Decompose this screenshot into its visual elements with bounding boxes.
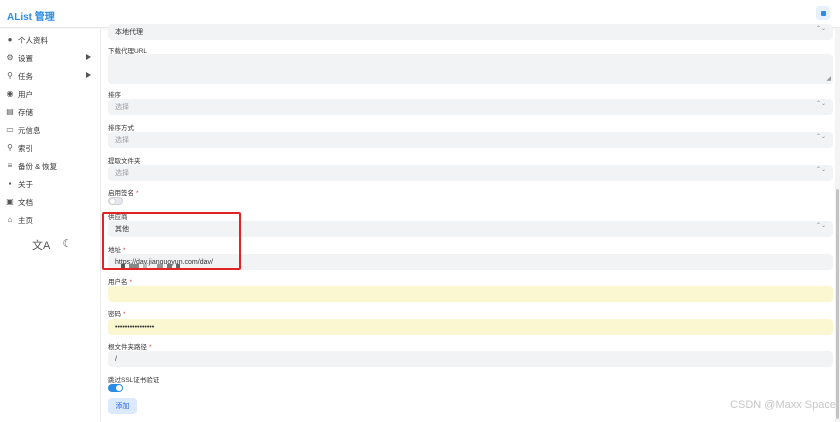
extract-folder-label: 提取文件夹 [108,158,141,165]
scrollbar-thumb[interactable] [836,189,839,419]
password-label-text: 密码 [108,311,121,318]
chevron-right-icon [86,54,91,60]
sidebar-item-tasks[interactable]: ⚲ 任务 [0,68,100,84]
sidebar-item-docs[interactable]: ▣ 文档 [0,194,100,210]
moon-icon[interactable]: ☾ [62,237,72,253]
root-path-input[interactable]: / [108,351,833,367]
sidebar-item-backup[interactable]: ≡ 备份 & 恢复 [0,158,100,174]
sidebar-item-label: 元信息 [18,125,41,135]
sidebar-tools: 文A ☾ [32,237,72,253]
proxy-select-value: 本地代理 [115,29,143,36]
username-input[interactable] [108,286,833,302]
sort-direction-placeholder: 选择 [115,137,129,144]
skip-tls-label: 跳过SSL证书验证 [108,377,160,384]
sidebar-item-about[interactable]: ▪ 关于 [0,176,100,192]
sort-label: 排序 [108,92,121,99]
add-button[interactable]: 添加 [108,398,137,414]
sidebar-item-label: 用户 [18,89,33,99]
enable-sign-label: 启用签名 * [108,187,139,197]
sidebar-item-label: 文档 [18,197,33,207]
password-input[interactable]: •••••••••••••••• [108,319,833,335]
address-highlight-box [102,212,241,270]
required-mark: * [129,279,133,286]
enable-sign-label-text: 启用签名 [108,190,134,197]
sidebar-item-meta[interactable]: ▭ 元信息 [0,122,100,138]
extract-folder-select[interactable]: 选择 ⌃⌄ [108,165,833,181]
toggle-knob [110,199,115,204]
sidebar-item-label: 备份 & 恢复 [18,161,58,171]
search-icon: ⚲ [7,143,13,152]
sidebar-item-profile[interactable]: ● 个人资料 [0,32,100,48]
select-arrows-icon: ⌃⌄ [815,26,826,32]
gear-icon: ⚙ [6,53,14,62]
select-arrows-icon: ⌃⌄ [815,134,826,140]
sort-direction-label: 排序方式 [108,125,134,132]
sort-select[interactable]: 选择 ⌃⌄ [108,99,833,115]
database-icon: ≡ [7,161,13,170]
brand-title[interactable]: AList 管理 [7,8,55,23]
root-path-label: 根文件夹路径 * [108,341,152,351]
home-icon: ⌂ [7,215,13,224]
sidebar-item-home[interactable]: ⌂ 主页 [0,212,100,228]
required-mark: * [136,190,139,197]
select-arrows-icon: ⌃⌄ [815,223,826,229]
sort-direction-select[interactable]: 选择 ⌃⌄ [108,132,833,148]
docs-icon: ▣ [6,197,14,206]
meta-icon: ▭ [6,125,14,134]
tag-icon [820,10,826,16]
watermark: CSDN @Maxx Space [730,399,836,411]
download-url-textarea[interactable]: ◢ [108,54,833,84]
root-path-label-text: 根文件夹路径 [108,344,147,351]
sidebar: ● 个人资料 ⚙ 设置 ⚲ 任务 ◉ 用户 ▤ 存储 ▭ 元信息 ⚲ 索引 ≡ … [0,29,101,422]
username-label: 用户名 * [108,276,132,286]
sidebar-item-label: 存储 [18,107,33,117]
sidebar-item-label: 个人资料 [18,35,48,45]
tasks-icon: ⚲ [7,71,13,80]
translate-icon[interactable]: 文A [32,237,50,253]
chevron-right-icon [86,72,91,78]
about-icon: ▪ [8,179,12,188]
sidebar-item-label: 主页 [18,215,33,225]
username-label-text: 用户名 [108,279,128,286]
root-path-value: / [115,355,117,363]
password-label: 密码 * [108,308,126,318]
sidebar-item-label: 关于 [18,179,33,189]
page-scrollbar[interactable] [835,29,840,422]
header-action-button[interactable] [816,6,830,20]
password-value: •••••••••••••••• [115,323,155,331]
sidebar-item-storage[interactable]: ▤ 存储 [0,104,100,120]
person-icon: ● [7,35,13,44]
required-mark: * [149,344,152,351]
sidebar-item-label: 设置 [18,53,33,63]
extract-folder-placeholder: 选择 [115,170,129,177]
select-arrows-icon: ⌃⌄ [815,101,826,107]
toggle-knob [116,385,122,391]
enable-sign-toggle[interactable] [108,197,123,205]
sidebar-item-index[interactable]: ⚲ 索引 [0,140,100,156]
sidebar-item-label: 任务 [18,71,33,81]
sidebar-item-label: 索引 [18,143,33,153]
sort-placeholder: 选择 [115,104,129,111]
select-arrows-icon: ⌃⌄ [815,167,826,173]
sidebar-item-settings[interactable]: ⚙ 设置 [0,50,100,66]
proxy-select[interactable]: 本地代理 ⌃⌄ [108,24,833,40]
sidebar-item-users[interactable]: ◉ 用户 [0,86,100,102]
storage-icon: ▤ [6,107,14,116]
required-mark: * [123,311,126,318]
user-icon: ◉ [6,89,14,98]
skip-tls-toggle[interactable] [108,384,123,392]
resize-grip-icon[interactable]: ◢ [826,75,831,82]
